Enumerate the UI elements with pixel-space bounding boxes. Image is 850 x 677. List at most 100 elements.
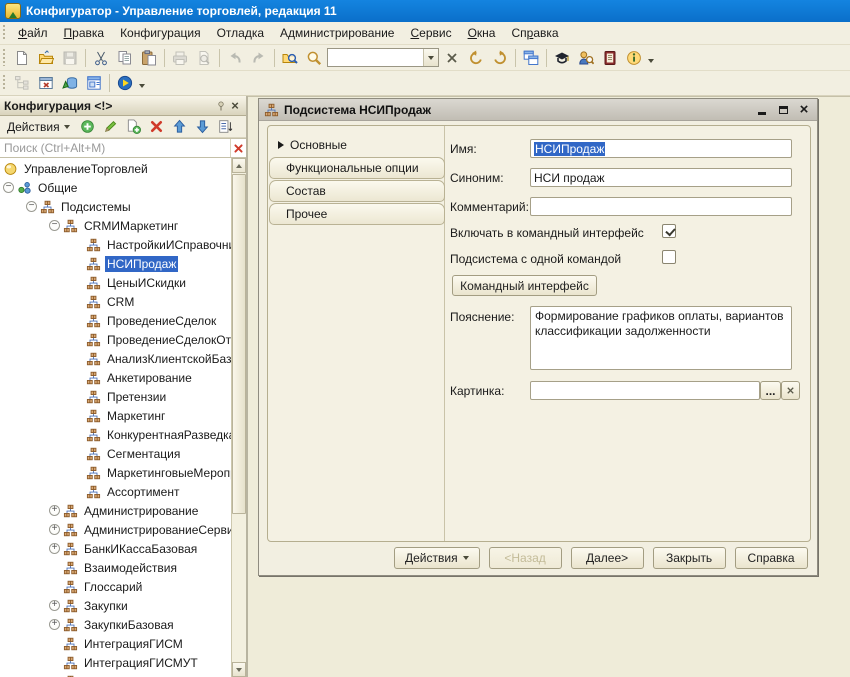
tree-scrollbar[interactable] bbox=[231, 158, 246, 677]
tab-3[interactable]: Прочее bbox=[269, 203, 445, 225]
menu-item-edit[interactable]: Правка bbox=[56, 24, 113, 42]
close-icon[interactable]: × bbox=[796, 102, 812, 118]
search-combo[interactable] bbox=[327, 48, 439, 67]
move-down-button[interactable] bbox=[192, 117, 213, 137]
tree-item[interactable]: Взаимодействия bbox=[0, 558, 231, 577]
scroll-up-icon[interactable] bbox=[232, 158, 246, 173]
synonym-field[interactable] bbox=[530, 168, 792, 187]
collapse-icon[interactable]: − bbox=[49, 220, 60, 231]
menu-item-debug[interactable]: Отладка bbox=[209, 24, 272, 42]
tree-item[interactable]: +ЗакупкиБазовая bbox=[0, 615, 231, 634]
close-configuration-button[interactable] bbox=[34, 72, 58, 94]
clear-search-icon[interactable] bbox=[230, 139, 246, 157]
tree-item[interactable] bbox=[0, 672, 231, 677]
explanation-field[interactable]: Формирование графиков оплаты, вариантов … bbox=[530, 306, 792, 370]
tree-item[interactable]: +БанкИКассаБазовая bbox=[0, 539, 231, 558]
picture-field[interactable] bbox=[530, 381, 760, 400]
tree-item[interactable]: ЦеныИСкидки bbox=[0, 273, 231, 292]
windows-list-button[interactable] bbox=[519, 47, 543, 69]
open-document-button[interactable] bbox=[34, 47, 58, 69]
tree-item[interactable]: МаркетинговыеМероприятия bbox=[0, 463, 231, 482]
collapse-icon[interactable]: − bbox=[26, 201, 37, 212]
paste-button[interactable] bbox=[137, 47, 161, 69]
tree-item[interactable]: УправлениеТорговлей bbox=[0, 159, 231, 178]
tree-item[interactable]: Претензии bbox=[0, 387, 231, 406]
menu-item-file[interactable]: Файл bbox=[10, 24, 56, 42]
expand-icon[interactable]: + bbox=[49, 543, 60, 554]
edit-button[interactable] bbox=[100, 117, 121, 137]
tree-item[interactable]: +АдминистрированиеСервиса bbox=[0, 520, 231, 539]
toolbar-grip[interactable] bbox=[1, 75, 8, 92]
name-field[interactable]: НСИПродаж bbox=[530, 139, 792, 158]
move-up-button[interactable] bbox=[169, 117, 190, 137]
menu-item-administration[interactable]: Администрирование bbox=[272, 24, 402, 42]
dialog-titlebar[interactable]: Подсистема НСИПродаж × bbox=[259, 99, 817, 121]
comment-field[interactable] bbox=[530, 197, 792, 216]
go-forward-button[interactable] bbox=[488, 47, 512, 69]
search-combo-input[interactable] bbox=[328, 49, 423, 66]
syntax-check-button[interactable] bbox=[550, 47, 574, 69]
tree-item[interactable]: АнализКлиентскойБазы bbox=[0, 349, 231, 368]
tree-item[interactable]: −Подсистемы bbox=[0, 197, 231, 216]
start-debugging-button[interactable] bbox=[113, 72, 137, 94]
scrollbar-thumb[interactable] bbox=[232, 174, 246, 514]
add-button[interactable] bbox=[77, 117, 98, 137]
menu-item-service[interactable]: Сервис bbox=[402, 24, 459, 42]
collapse-icon[interactable]: − bbox=[3, 182, 14, 193]
toolbar-overflow-icon[interactable] bbox=[139, 84, 145, 88]
find-button[interactable] bbox=[302, 47, 326, 69]
combo-dropdown-icon[interactable] bbox=[423, 49, 438, 66]
include-in-ci-checkbox[interactable] bbox=[662, 224, 676, 238]
about-button[interactable] bbox=[622, 47, 646, 69]
copy-button[interactable] bbox=[113, 47, 137, 69]
toolbar-grip[interactable] bbox=[1, 49, 8, 67]
search-input[interactable]: Поиск (Ctrl+Alt+M) bbox=[0, 141, 230, 155]
tab-0[interactable]: Основные bbox=[268, 134, 444, 156]
tree-item[interactable]: CRM bbox=[0, 292, 231, 311]
expand-icon[interactable]: + bbox=[49, 505, 60, 516]
next-button[interactable]: Далее> bbox=[571, 547, 644, 569]
tree-item[interactable]: ИнтеграцияГИСМУТ bbox=[0, 653, 231, 672]
picture-clear-button[interactable] bbox=[781, 381, 800, 400]
cut-button[interactable] bbox=[89, 47, 113, 69]
expand-icon[interactable]: + bbox=[49, 524, 60, 535]
delete-button[interactable] bbox=[146, 117, 167, 137]
syntax-helper-button[interactable] bbox=[598, 47, 622, 69]
tree-item[interactable]: КонкурентнаяРазведка bbox=[0, 425, 231, 444]
tree-item[interactable]: +Закупки bbox=[0, 596, 231, 615]
global-search-button[interactable] bbox=[278, 47, 302, 69]
update-db-configuration-button[interactable] bbox=[58, 72, 82, 94]
tree-item[interactable]: Глоссарий bbox=[0, 577, 231, 596]
command-interface-button[interactable]: Командный интерфейс bbox=[452, 275, 597, 296]
tab-1[interactable]: Функциональные опции bbox=[269, 157, 445, 179]
menu-item-configuration[interactable]: Конфигурация bbox=[112, 24, 209, 42]
maximize-icon[interactable] bbox=[775, 102, 791, 118]
menu-item-windows[interactable]: Окна bbox=[460, 24, 504, 42]
clear-search-button[interactable] bbox=[440, 47, 464, 69]
tree-item[interactable]: НСИПродаж bbox=[0, 254, 231, 273]
menu-item-help[interactable]: Справка bbox=[503, 24, 566, 42]
expand-icon[interactable]: + bbox=[49, 619, 60, 630]
tree-item[interactable]: −CRMИМаркетинг bbox=[0, 216, 231, 235]
tree-item[interactable]: ПроведениеСделок bbox=[0, 311, 231, 330]
toolbar-overflow-icon[interactable] bbox=[648, 59, 654, 63]
tree-item[interactable]: Ассортимент bbox=[0, 482, 231, 501]
add-new-object-button[interactable] bbox=[123, 117, 144, 137]
pin-icon[interactable] bbox=[214, 99, 228, 113]
actions-button[interactable]: Действия bbox=[394, 547, 480, 569]
tab-2[interactable]: Состав bbox=[269, 180, 445, 202]
tree-item[interactable]: Маркетинг bbox=[0, 406, 231, 425]
help-button[interactable]: Справка bbox=[735, 547, 808, 569]
go-back-button[interactable] bbox=[464, 47, 488, 69]
tree-item[interactable]: ИнтеграцияГИСМ bbox=[0, 634, 231, 653]
sort-order-button[interactable] bbox=[215, 117, 236, 137]
open-form-button[interactable] bbox=[82, 72, 106, 94]
tree-item[interactable]: Сегментация bbox=[0, 444, 231, 463]
expand-icon[interactable]: + bbox=[49, 600, 60, 611]
scroll-down-icon[interactable] bbox=[232, 662, 246, 677]
new-document-button[interactable] bbox=[10, 47, 34, 69]
close-button[interactable]: Закрыть bbox=[653, 547, 726, 569]
actions-menu-button[interactable]: Действия bbox=[2, 117, 75, 137]
tree-item[interactable]: НастройкиИСправочники bbox=[0, 235, 231, 254]
single-command-checkbox[interactable] bbox=[662, 250, 676, 264]
